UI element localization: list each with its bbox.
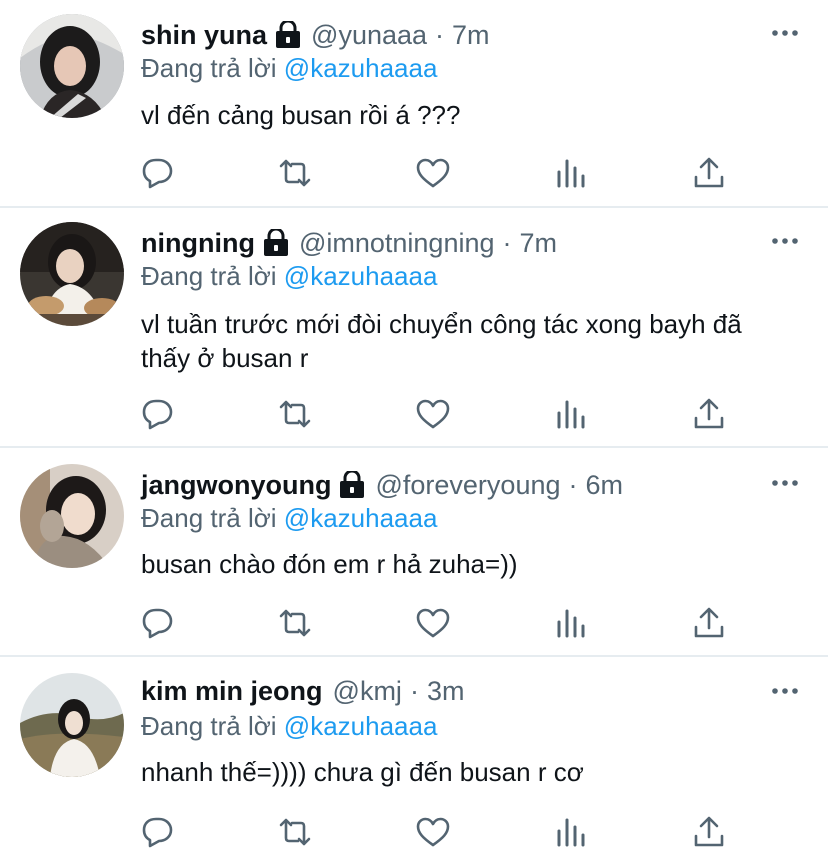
reply-button[interactable] bbox=[139, 155, 175, 191]
avatar-photo bbox=[20, 222, 124, 326]
reply-button[interactable] bbox=[139, 605, 175, 641]
display-name[interactable]: shin yuna bbox=[141, 20, 267, 51]
user-handle[interactable]: @imnotningning bbox=[299, 228, 495, 259]
reply-mention[interactable]: @kazuhaaaa bbox=[284, 53, 438, 83]
like-button[interactable] bbox=[415, 814, 451, 850]
analytics-icon bbox=[557, 818, 585, 847]
user-handle[interactable]: @yunaaa bbox=[311, 20, 427, 51]
share-button[interactable] bbox=[691, 396, 727, 432]
retweet-icon bbox=[279, 159, 311, 187]
lock-icon bbox=[276, 21, 301, 48]
reply-icon bbox=[142, 608, 173, 639]
tweet-text: busan chào đón em r hả zuha=)) bbox=[141, 549, 518, 579]
tweet-text: vl đến cảng busan rồi á ??? bbox=[141, 100, 461, 130]
tweet-text: nhanh thế=)))) chưa gì đến busan r cơ bbox=[141, 757, 584, 787]
separator-dot: · bbox=[409, 675, 419, 706]
share-icon bbox=[694, 398, 724, 429]
reply-context: Đang trả lời @kazuhaaaa bbox=[141, 261, 437, 292]
reply-icon bbox=[142, 158, 173, 189]
share-icon bbox=[694, 607, 724, 638]
display-name[interactable]: kim min jeong bbox=[141, 676, 323, 707]
lock-icon bbox=[340, 471, 365, 498]
display-name[interactable]: ningning bbox=[141, 228, 255, 259]
avatar[interactable] bbox=[20, 464, 124, 568]
reply-context: Đang trả lời @kazuhaaaa bbox=[141, 711, 437, 742]
reply-prefix: Đang trả lời bbox=[141, 503, 277, 533]
reply-prefix: Đang trả lời bbox=[141, 53, 277, 83]
analytics-button[interactable] bbox=[553, 814, 589, 850]
reply-mention[interactable]: @kazuhaaaa bbox=[284, 261, 438, 291]
share-button[interactable] bbox=[691, 814, 727, 850]
avatar-photo bbox=[20, 464, 124, 568]
reply-button[interactable] bbox=[139, 396, 175, 432]
more-options-icon[interactable] bbox=[772, 478, 798, 488]
share-button[interactable] bbox=[691, 605, 727, 641]
analytics-button[interactable] bbox=[553, 155, 589, 191]
retweet-button[interactable] bbox=[277, 814, 313, 850]
analytics-icon bbox=[557, 159, 585, 188]
like-icon bbox=[416, 817, 450, 847]
reply-icon bbox=[142, 817, 173, 848]
tweet[interactable]: kim min jeong @kmj · 3m Đang trả lời @ka… bbox=[0, 657, 828, 854]
like-icon bbox=[416, 608, 450, 638]
avatar-photo bbox=[20, 14, 124, 118]
analytics-button[interactable] bbox=[553, 605, 589, 641]
reply-prefix: Đang trả lời bbox=[141, 261, 277, 291]
avatar[interactable] bbox=[20, 14, 124, 118]
analytics-button[interactable] bbox=[553, 396, 589, 432]
retweet-icon bbox=[279, 609, 311, 637]
like-icon bbox=[416, 399, 450, 429]
timestamp[interactable]: 6m bbox=[586, 470, 624, 501]
tweet[interactable]: shin yuna @yunaaa · 7m Đang trả lời @kaz… bbox=[0, 0, 828, 206]
like-icon bbox=[416, 158, 450, 188]
retweet-button[interactable] bbox=[277, 155, 313, 191]
reply-feed: shin yuna @yunaaa · 7m Đang trả lời @kaz… bbox=[0, 0, 828, 854]
avatar[interactable] bbox=[20, 673, 124, 777]
tweet-text: vl tuần trước mới đòi chuyển công tác xo… bbox=[141, 309, 742, 373]
like-button[interactable] bbox=[415, 396, 451, 432]
retweet-button[interactable] bbox=[277, 396, 313, 432]
analytics-icon bbox=[557, 609, 585, 638]
timestamp[interactable]: 7m bbox=[452, 20, 490, 51]
analytics-icon bbox=[557, 400, 585, 429]
separator-dot: · bbox=[502, 227, 512, 258]
more-options-icon[interactable] bbox=[772, 28, 798, 38]
display-name[interactable]: jangwonyoung bbox=[141, 470, 331, 501]
tweet[interactable]: ningning @imnotningning · 7m Đang trả lờ… bbox=[0, 208, 828, 446]
reply-mention[interactable]: @kazuhaaaa bbox=[284, 503, 438, 533]
reply-button[interactable] bbox=[139, 814, 175, 850]
like-button[interactable] bbox=[415, 605, 451, 641]
reply-prefix: Đang trả lời bbox=[141, 711, 277, 741]
timestamp[interactable]: 7m bbox=[520, 228, 558, 259]
tweet[interactable]: jangwonyoung @foreveryoung · 6m Đang trả… bbox=[0, 448, 828, 654]
lock-icon bbox=[263, 229, 288, 256]
reply-context: Đang trả lời @kazuhaaaa bbox=[141, 53, 437, 84]
avatar[interactable] bbox=[20, 222, 124, 326]
retweet-button[interactable] bbox=[277, 605, 313, 641]
avatar-photo bbox=[20, 673, 124, 777]
separator-dot: · bbox=[435, 19, 445, 50]
timestamp[interactable]: 3m bbox=[427, 676, 465, 707]
share-icon bbox=[694, 816, 724, 847]
separator-dot: · bbox=[568, 469, 578, 500]
more-options-icon[interactable] bbox=[772, 236, 798, 246]
user-handle[interactable]: @kmj bbox=[333, 676, 402, 707]
reply-mention[interactable]: @kazuhaaaa bbox=[284, 711, 438, 741]
retweet-icon bbox=[279, 400, 311, 428]
retweet-icon bbox=[279, 818, 311, 846]
reply-context: Đang trả lời @kazuhaaaa bbox=[141, 503, 437, 534]
user-handle[interactable]: @foreveryoung bbox=[375, 470, 560, 501]
reply-icon bbox=[142, 399, 173, 430]
more-options-icon[interactable] bbox=[772, 686, 798, 696]
share-button[interactable] bbox=[691, 155, 727, 191]
share-icon bbox=[694, 157, 724, 188]
like-button[interactable] bbox=[415, 155, 451, 191]
